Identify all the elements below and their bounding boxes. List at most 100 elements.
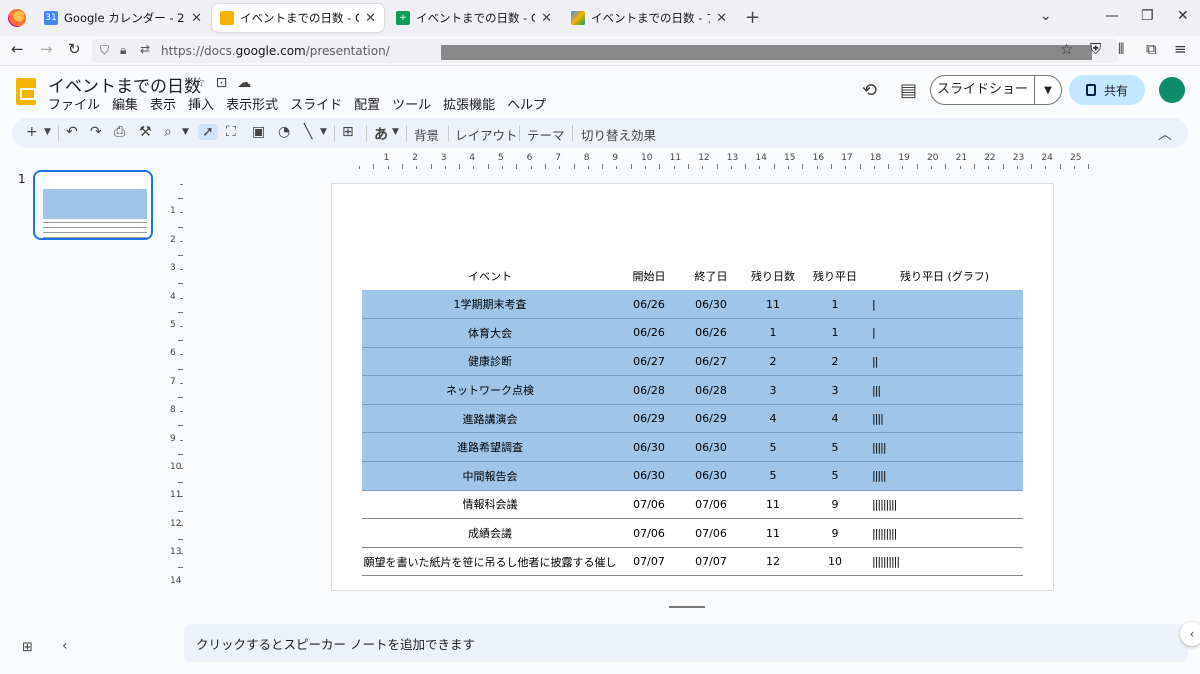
close-icon[interactable]: ✕ <box>191 11 202 26</box>
star-icon[interactable]: ☆ <box>1060 40 1073 58</box>
cell-weekdays[interactable]: 4 <box>804 404 866 434</box>
cell-days[interactable]: 3 <box>742 375 804 405</box>
horizontal-ruler[interactable]: 1 2 3 4 5 6 7 8 9 10 11 12 13 14 15 16 17 18 19 20 21 22 23 24 2… <box>332 152 1090 170</box>
restore-icon[interactable]: ❐ <box>1141 8 1154 24</box>
cell-start[interactable]: 06/26 <box>618 318 680 348</box>
cell-event[interactable]: 進路講演会 <box>362 404 618 434</box>
table-row[interactable]: 成績会議 07/06 07/06 11 9 ||||||||| <box>362 518 1023 548</box>
back-icon[interactable]: ← <box>11 40 24 58</box>
cell-start[interactable]: 06/28 <box>618 375 680 405</box>
cell-weekdays[interactable]: 10 <box>804 547 866 577</box>
tab-slides[interactable]: イベントまでの日数 - Google スライ ✕ <box>212 4 384 32</box>
header-event[interactable]: イベント <box>362 261 618 290</box>
cell-end[interactable]: 07/06 <box>680 490 742 520</box>
cell-start[interactable]: 06/30 <box>618 461 680 491</box>
cell-days[interactable]: 5 <box>742 432 804 463</box>
star-icon[interactable]: ☆ <box>193 75 216 91</box>
cell-start[interactable]: 07/06 <box>618 518 680 548</box>
menu-extensions[interactable]: 拡張機能 <box>443 94 495 113</box>
shape-icon[interactable]: ◔ <box>278 124 290 140</box>
menu-icon[interactable]: ≡ <box>1174 40 1187 58</box>
tab-calendar[interactable]: 31 Google カレンダー - 2023年 6月 2 ✕ <box>36 4 210 32</box>
paint-format-icon[interactable]: ⚒ <box>139 124 152 140</box>
cell-weekdays[interactable]: 2 <box>804 347 866 377</box>
menu-slide[interactable]: スライド <box>290 94 342 113</box>
undo-icon[interactable]: ↶ <box>66 124 78 140</box>
cell-weekdays[interactable]: 9 <box>804 518 866 548</box>
table-row[interactable]: 願望を書いた紙片を笹に吊るし他者に披露する催し 07/07 07/07 12 10 |||… <box>362 547 1023 577</box>
share-button[interactable]: 共有 <box>1069 75 1145 105</box>
vertical-ruler[interactable]: 1 2 3 4 5 6 7 8 9 10 11 12 13 14 <box>166 184 184 590</box>
cell-end[interactable]: 07/06 <box>680 518 742 548</box>
header-end[interactable]: 終了日 <box>680 261 742 290</box>
cell-weekdays[interactable]: 1 <box>804 318 866 348</box>
close-icon[interactable]: ✕ <box>541 11 552 26</box>
slideshow-button[interactable]: スライドショー ▼ <box>930 75 1062 105</box>
cell-days[interactable]: 5 <box>742 461 804 491</box>
speaker-notes[interactable]: クリックするとスピーカー ノートを追加できます <box>184 624 1188 662</box>
chevron-down-icon[interactable]: ▼ <box>44 127 51 137</box>
cell-days[interactable]: 12 <box>742 547 804 577</box>
side-panel-toggle-icon[interactable]: ‹ <box>1180 622 1200 646</box>
close-icon[interactable]: ✕ <box>365 11 376 26</box>
new-tab-icon[interactable]: + <box>745 7 760 28</box>
grid-view-icon[interactable]: ⊞ <box>22 640 33 655</box>
cell-start[interactable]: 06/29 <box>618 404 680 434</box>
table-row[interactable]: 体育大会 06/26 06/26 1 1 | <box>362 318 1023 348</box>
cell-end[interactable]: 06/26 <box>680 318 742 348</box>
history-icon[interactable]: ⟲ <box>862 80 877 101</box>
image-icon[interactable]: ▣ <box>252 124 265 140</box>
slideshow-label[interactable]: スライドショー <box>931 76 1035 104</box>
cell-days[interactable]: 11 <box>742 490 804 520</box>
menu-file[interactable]: ファイル <box>48 94 100 113</box>
cell-end[interactable]: 06/28 <box>680 375 742 405</box>
cell-days[interactable]: 2 <box>742 347 804 377</box>
notes-resize-handle[interactable] <box>669 606 705 608</box>
table-row[interactable]: 情報科会議 07/06 07/06 11 9 ||||||||| <box>362 490 1023 520</box>
cell-graph[interactable]: | <box>866 318 1023 348</box>
menu-help[interactable]: ヘルプ <box>507 94 546 113</box>
menu-format[interactable]: 表示形式 <box>226 94 278 113</box>
move-folder-icon[interactable]: ⊡ <box>216 75 238 91</box>
cell-event[interactable]: 成績会議 <box>362 518 618 548</box>
list-tabs-icon[interactable]: ⌄ <box>1040 8 1052 24</box>
menu-tools[interactable]: ツール <box>392 94 431 113</box>
url-bar[interactable]: ⛉ 🔒︎ ⇄ https://docs.google.com/presentat… <box>92 39 1118 63</box>
chevron-left-icon[interactable]: ‹ <box>62 638 68 654</box>
library-icon[interactable]: ⫴ <box>1118 40 1124 58</box>
extensions-icon[interactable]: ⧉ <box>1146 40 1157 58</box>
cell-weekdays[interactable]: 5 <box>804 432 866 463</box>
cell-end[interactable]: 06/30 <box>680 432 742 463</box>
slides-logo[interactable] <box>16 78 36 105</box>
table-row[interactable]: 進路希望調査 06/30 06/30 5 5 ||||| <box>362 432 1023 463</box>
cell-start[interactable]: 06/27 <box>618 347 680 377</box>
shield-icon[interactable]: ⛉ <box>100 43 109 58</box>
cell-days[interactable]: 4 <box>742 404 804 434</box>
cell-event[interactable]: 健康診断 <box>362 347 618 377</box>
new-slide-icon[interactable]: + <box>26 124 38 140</box>
minimize-icon[interactable]: — <box>1105 8 1119 24</box>
tab-apps-script[interactable]: イベントまでの日数 - プロジェクト編 ✕ <box>563 4 735 32</box>
header-days[interactable]: 残り日数 <box>742 261 804 290</box>
close-window-icon[interactable]: ✕ <box>1177 8 1189 24</box>
cell-graph[interactable]: |||| <box>866 404 1023 434</box>
background-button[interactable]: 背景 <box>414 125 439 144</box>
header-weekdays[interactable]: 残り平日 <box>804 261 866 290</box>
events-table[interactable]: イベント 開始日 終了日 残り日数 残り平日 残り平日 (グラフ) 1学期期末考… <box>362 261 1023 577</box>
cell-graph[interactable]: ||||| <box>866 461 1023 491</box>
lock-icon[interactable]: 🔒︎ <box>120 43 126 58</box>
print-icon[interactable]: ⎙ <box>114 124 125 140</box>
layout-button[interactable]: レイアウト <box>455 125 518 144</box>
firefox-icon[interactable] <box>8 9 26 27</box>
slide-canvas[interactable]: イベント 開始日 終了日 残り日数 残り平日 残り平日 (グラフ) 1学期期末考… <box>331 183 1054 591</box>
cloud-saved-icon[interactable]: ☁ <box>237 75 261 91</box>
cell-graph[interactable]: || <box>866 347 1023 377</box>
redo-icon[interactable]: ↷ <box>90 124 102 140</box>
cell-weekdays[interactable]: 9 <box>804 490 866 520</box>
transition-button[interactable]: 切り替え効果 <box>581 125 656 144</box>
cell-start[interactable]: 07/07 <box>618 547 680 577</box>
cell-weekdays[interactable]: 5 <box>804 461 866 491</box>
reload-icon[interactable]: ↻ <box>68 40 81 58</box>
cell-end[interactable]: 07/07 <box>680 547 742 577</box>
cell-start[interactable]: 07/06 <box>618 490 680 520</box>
